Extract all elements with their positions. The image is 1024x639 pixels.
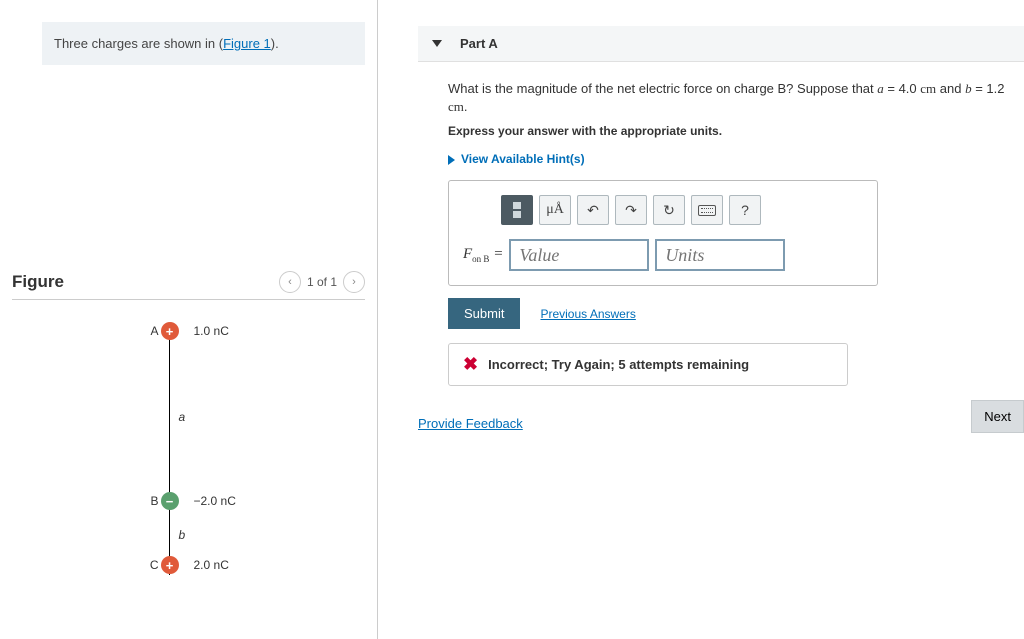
chevron-right-icon xyxy=(448,155,455,165)
provide-feedback-link[interactable]: Provide Feedback xyxy=(418,416,523,431)
answer-variable-label: Fon B = xyxy=(463,246,503,264)
chevron-down-icon xyxy=(432,40,442,47)
keyboard-button[interactable] xyxy=(691,195,723,225)
distance-a-label: a xyxy=(179,410,186,424)
special-chars-button[interactable]: μÅ xyxy=(539,195,571,225)
undo-button[interactable]: ↶ xyxy=(577,195,609,225)
question-text: What is the magnitude of the net electri… xyxy=(448,80,1008,116)
figure-prev-button[interactable]: ‹ xyxy=(279,271,301,293)
keyboard-icon xyxy=(698,205,716,216)
next-button[interactable]: Next xyxy=(971,400,1024,433)
reset-button[interactable]: ↻ xyxy=(653,195,685,225)
charge-A-value: 1.0 nC xyxy=(194,324,229,338)
figure-diagram: A + 1.0 nC a B − −2.0 nC b C + 2.0 nC xyxy=(119,320,259,580)
submit-button[interactable]: Submit xyxy=(448,298,520,329)
equation-toolbar: μÅ ↶ ↷ ↻ ? xyxy=(501,195,863,225)
charge-C-value: 2.0 nC xyxy=(194,558,229,572)
incorrect-icon: ✖ xyxy=(463,354,478,375)
value-input[interactable] xyxy=(509,239,649,271)
template-picker-button[interactable] xyxy=(501,195,533,225)
view-hints-link[interactable]: View Available Hint(s) xyxy=(448,152,1008,166)
figure-panel: Figure ‹ 1 of 1 › A + 1.0 nC a xyxy=(12,265,365,580)
charge-C-icon: + xyxy=(161,556,179,574)
figure-pager-text: 1 of 1 xyxy=(307,275,337,289)
previous-answers-link[interactable]: Previous Answers xyxy=(540,307,635,321)
answer-input-box: μÅ ↶ ↷ ↻ ? Fon B = xyxy=(448,180,878,286)
charge-A-icon: + xyxy=(161,322,179,340)
feedback-text: Incorrect; Try Again; 5 attempts remaini… xyxy=(488,357,749,372)
figure-title: Figure xyxy=(12,272,64,292)
instruction-text: Express your answer with the appropriate… xyxy=(448,124,1008,138)
units-input[interactable] xyxy=(655,239,785,271)
part-title: Part A xyxy=(460,36,498,51)
grading-feedback: ✖ Incorrect; Try Again; 5 attempts remai… xyxy=(448,343,848,386)
charge-B-value: −2.0 nC xyxy=(194,494,236,508)
fraction-icon xyxy=(513,201,521,219)
distance-b-label: b xyxy=(179,528,186,542)
figure-link[interactable]: Figure 1 xyxy=(223,36,271,51)
charge-A-label: A xyxy=(150,324,158,338)
problem-statement: Three charges are shown in (Figure 1). xyxy=(42,22,365,65)
problem-text-prefix: Three charges are shown in ( xyxy=(54,36,223,51)
redo-button[interactable]: ↷ xyxy=(615,195,647,225)
problem-text-suffix: ). xyxy=(271,36,279,51)
figure-next-button[interactable]: › xyxy=(343,271,365,293)
charge-B-icon: − xyxy=(161,492,179,510)
part-header[interactable]: Part A xyxy=(418,26,1024,62)
charge-C-label: C xyxy=(150,558,159,572)
charge-B-label: B xyxy=(150,494,158,508)
help-button[interactable]: ? xyxy=(729,195,761,225)
